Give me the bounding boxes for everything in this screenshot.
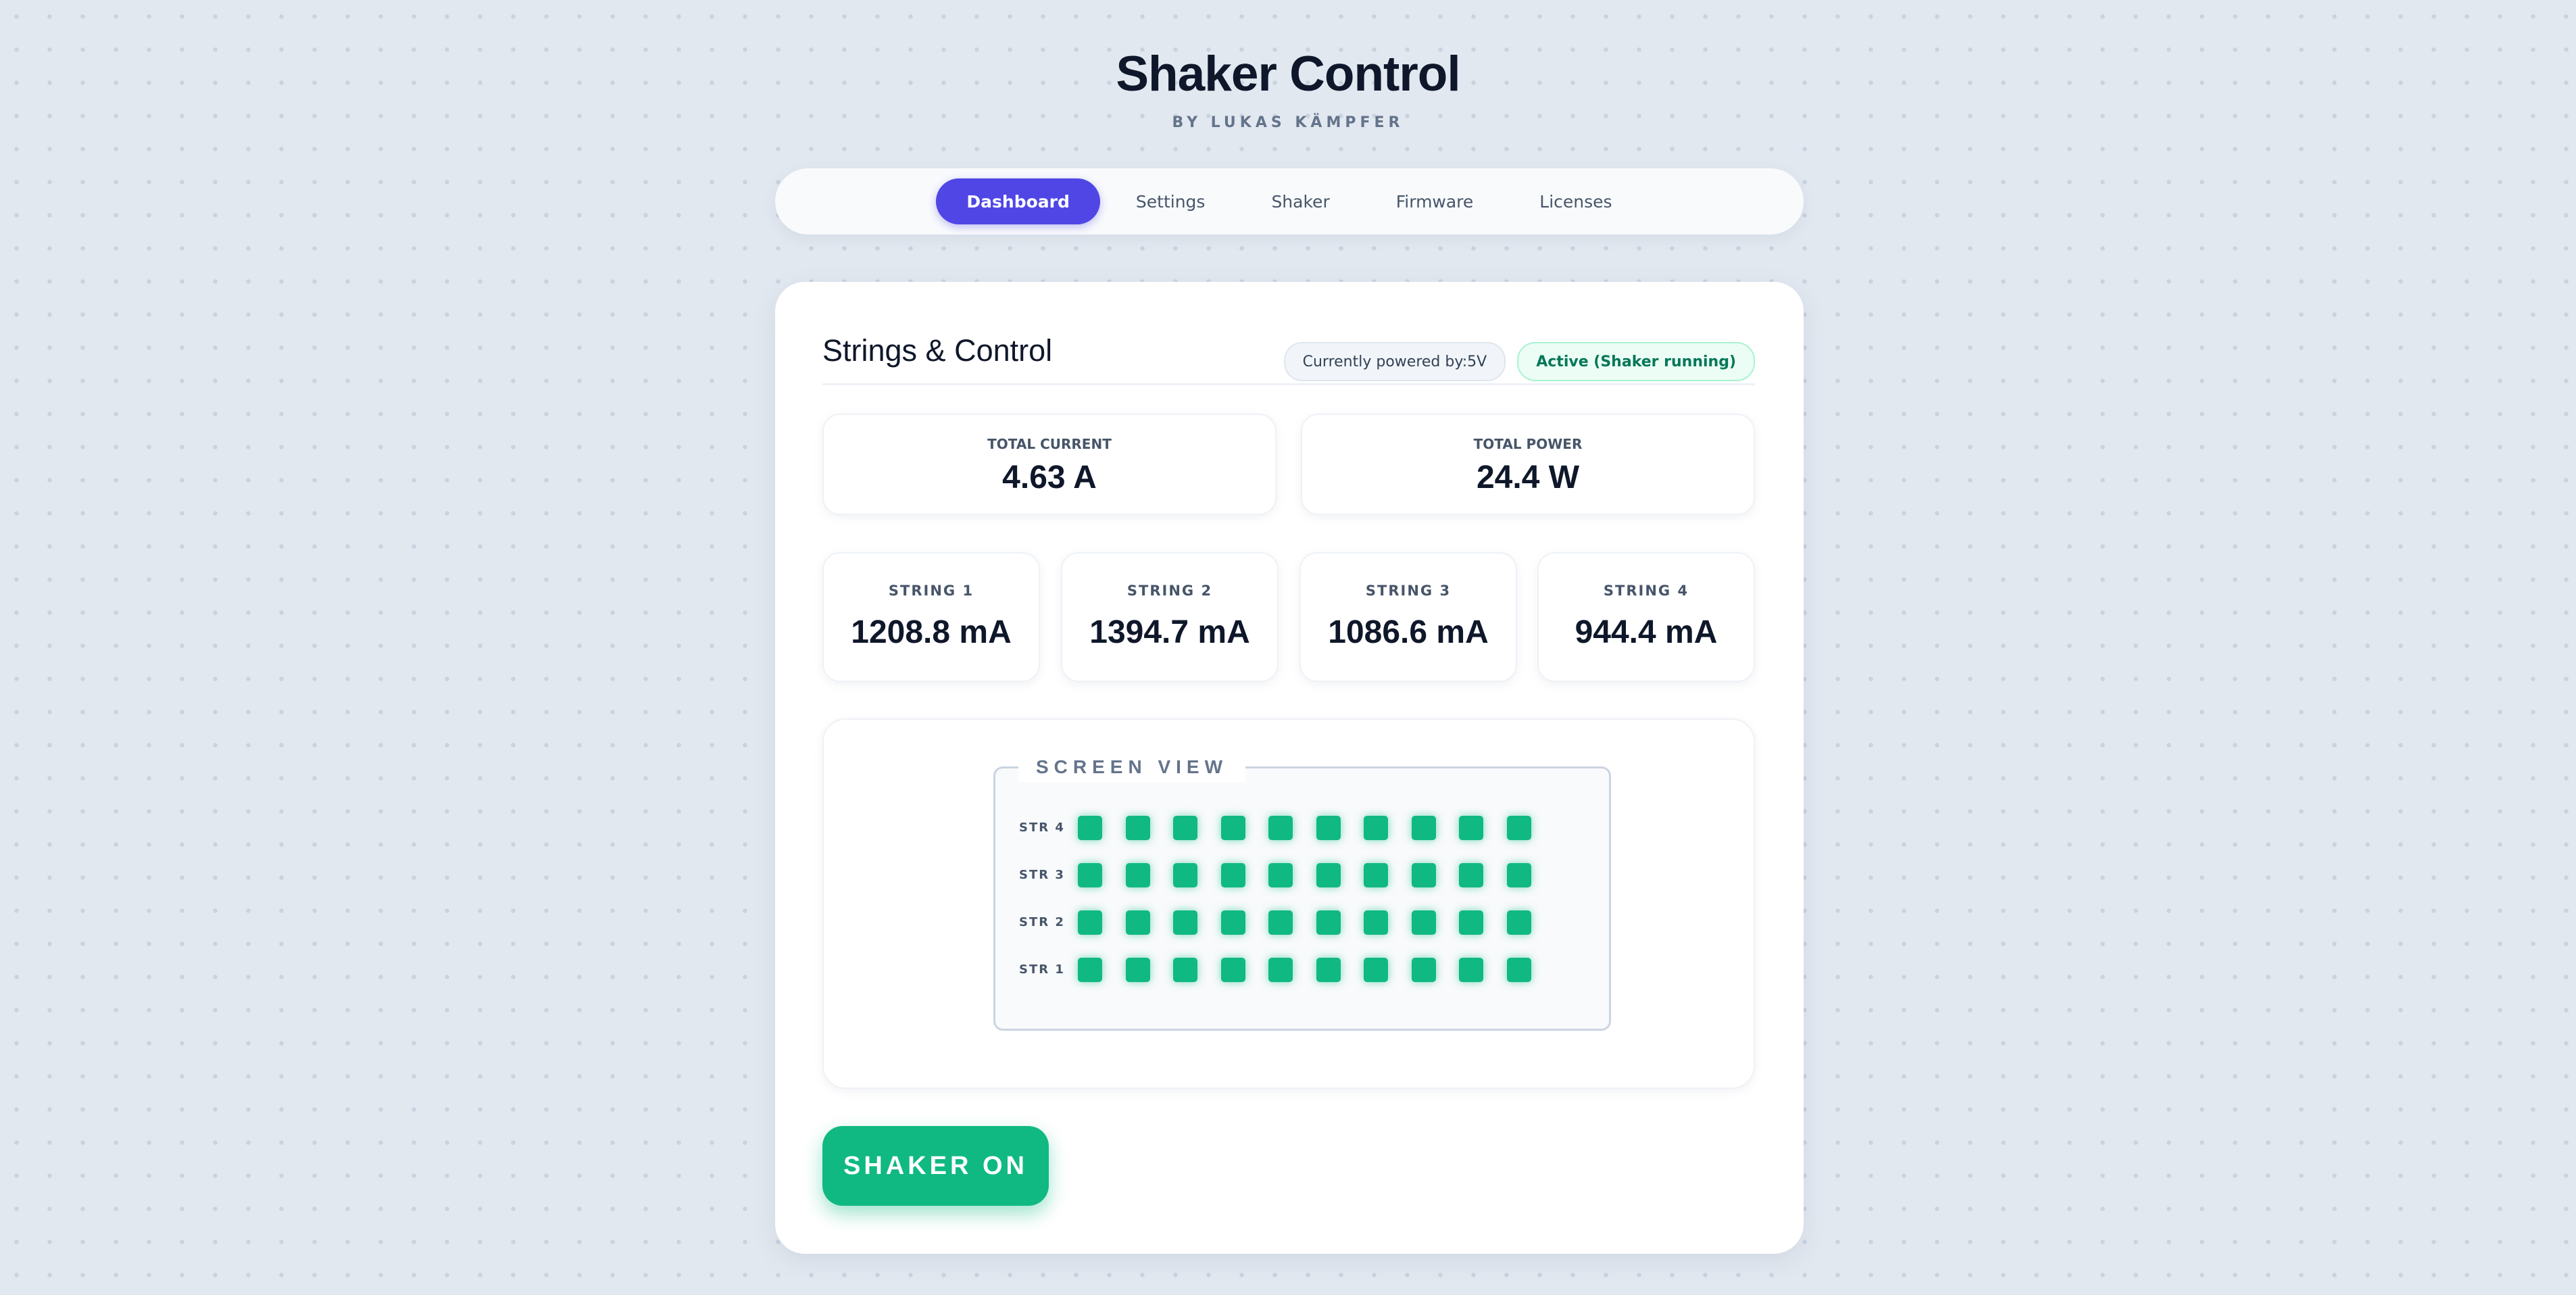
panel-cell-str-1-5 xyxy=(1268,958,1293,982)
panel-cell-str-3-10 xyxy=(1506,863,1531,887)
panel-cell-str-1-3 xyxy=(1173,958,1197,982)
tab-settings[interactable]: Settings xyxy=(1106,178,1236,224)
app-title: Shaker Control xyxy=(1116,47,1460,101)
section-title: Strings & Control xyxy=(822,333,1053,368)
string-1-card: STRING 1 1208.8 mA xyxy=(822,552,1040,682)
total-power-value: 24.4 W xyxy=(1476,460,1580,495)
panel-cell-str-2-1 xyxy=(1078,910,1102,935)
panel-cell-str-3-6 xyxy=(1316,863,1341,887)
string-3-label: STRING 3 xyxy=(1365,583,1452,599)
section-header: Strings & Control Currently powered by:5… xyxy=(822,322,1755,385)
string-4-card: STRING 4 944.4 mA xyxy=(1537,552,1755,682)
panel-cell-str-4-6 xyxy=(1316,816,1341,840)
panel-cell-str-4-7 xyxy=(1364,816,1388,840)
string-1-value: 1208.8 mA xyxy=(851,614,1012,650)
string-3-value: 1086.6 mA xyxy=(1328,614,1489,650)
panel-cell-str-4-1 xyxy=(1078,816,1102,840)
panel-cell-str-4-8 xyxy=(1411,816,1436,840)
total-power-label: TOTAL POWER xyxy=(1473,436,1583,452)
status-badges: Currently powered by:5V Active (Shaker r… xyxy=(1283,342,1755,381)
panel-cell-str-4-4 xyxy=(1220,816,1245,840)
panel-cell-str-3-1 xyxy=(1078,863,1102,887)
string-2-value: 1394.7 mA xyxy=(1089,614,1250,650)
panel-cell-str-2-4 xyxy=(1220,910,1245,935)
panel-cell-str-2-2 xyxy=(1125,910,1150,935)
panel-cell-str-3-7 xyxy=(1364,863,1388,887)
panel-cell-str-4-9 xyxy=(1459,816,1483,840)
panel-cell-str-1-1 xyxy=(1078,958,1102,982)
panel-cell-str-1-7 xyxy=(1364,958,1388,982)
panel-cell-str-3-8 xyxy=(1411,863,1436,887)
total-current-value: 4.63 A xyxy=(1002,460,1097,495)
panel-cell-str-2-8 xyxy=(1411,910,1436,935)
panel-cell-str-1-9 xyxy=(1459,958,1483,982)
string-1-label: STRING 1 xyxy=(888,583,974,599)
tab-dashboard[interactable]: Dashboard xyxy=(936,178,1100,224)
tab-firmware[interactable]: Firmware xyxy=(1366,178,1504,224)
panel-cell-str-1-4 xyxy=(1220,958,1245,982)
tab-shaker[interactable]: Shaker xyxy=(1241,178,1360,224)
total-current-card: TOTAL CURRENT 4.63 A xyxy=(822,414,1277,515)
panel-cell-str-3-2 xyxy=(1125,863,1150,887)
panel-cell-str-1-6 xyxy=(1316,958,1341,982)
panel-cell-str-1-10 xyxy=(1506,958,1531,982)
panel-cell-str-2-5 xyxy=(1268,910,1293,935)
panel-cell-str-4-2 xyxy=(1125,816,1150,840)
string-2-label: STRING 2 xyxy=(1126,583,1213,599)
panel-cell-str-1-8 xyxy=(1411,958,1436,982)
screen-view-frame: SCREEN VIEW STR 4 STR 3 STR 2 STR 1 xyxy=(993,752,1611,1031)
string-4-label: STRING 4 xyxy=(1603,583,1689,599)
row-label-str-3: STR 3 xyxy=(1019,868,1065,882)
screen-view-legend: SCREEN VIEW xyxy=(1018,752,1246,782)
panel-cell-str-2-3 xyxy=(1173,910,1197,935)
main-nav: Dashboard Settings Shaker Firmware Licen… xyxy=(775,168,1804,235)
strings-control-card: Strings & Control Currently powered by:5… xyxy=(775,282,1804,1254)
row-label-str-1: STR 1 xyxy=(1019,962,1065,977)
status-badge: Active (Shaker running) xyxy=(1517,342,1755,381)
string-2-card: STRING 2 1394.7 mA xyxy=(1061,552,1279,682)
total-power-card: TOTAL POWER 24.4 W xyxy=(1301,414,1755,515)
panel-cell-str-3-5 xyxy=(1268,863,1293,887)
panel-cell-str-4-5 xyxy=(1268,816,1293,840)
shaker-toggle-button[interactable]: SHAKER ON xyxy=(822,1126,1049,1206)
row-label-str-4: STR 4 xyxy=(1019,821,1065,835)
panel-cell-str-2-7 xyxy=(1364,910,1388,935)
panel-cell-str-3-3 xyxy=(1173,863,1197,887)
panel-cell-str-2-6 xyxy=(1316,910,1341,935)
panel-cell-str-4-3 xyxy=(1173,816,1197,840)
panel-cell-str-2-10 xyxy=(1506,910,1531,935)
tab-licenses[interactable]: Licenses xyxy=(1509,178,1642,224)
panel-cell-str-4-10 xyxy=(1506,816,1531,840)
app-subtitle: BY LUKAS KÄMPFER xyxy=(1172,114,1404,131)
total-current-label: TOTAL CURRENT xyxy=(987,436,1112,452)
screen-view-panel: SCREEN VIEW STR 4 STR 3 STR 2 STR 1 xyxy=(822,718,1755,1089)
panel-cell-str-1-2 xyxy=(1125,958,1150,982)
string-4-value: 944.4 mA xyxy=(1575,614,1718,650)
panel-cell-str-2-9 xyxy=(1459,910,1483,935)
panel-cell-str-3-4 xyxy=(1220,863,1245,887)
power-source-badge: Currently powered by:5V xyxy=(1283,342,1506,381)
row-label-str-2: STR 2 xyxy=(1019,915,1065,929)
string-3-card: STRING 3 1086.6 mA xyxy=(1299,552,1517,682)
panel-cell-str-3-9 xyxy=(1459,863,1483,887)
